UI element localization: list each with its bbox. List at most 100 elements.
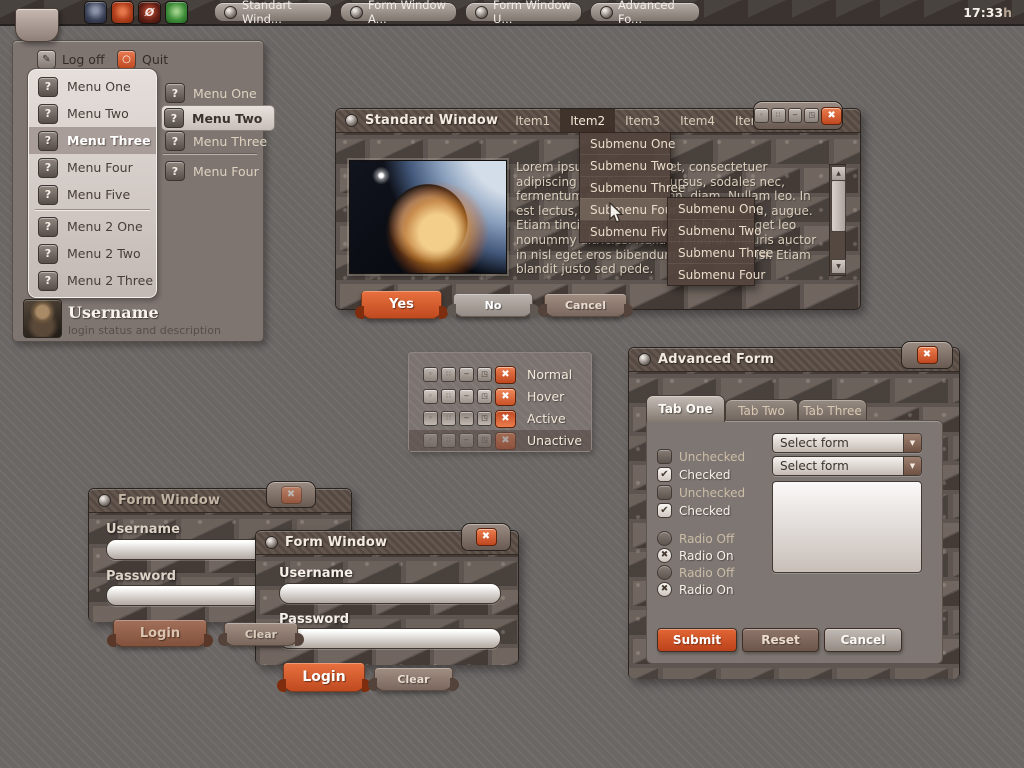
username-input[interactable]: [279, 583, 501, 604]
reset-button[interactable]: Reset: [742, 628, 819, 652]
scrollbar-thumb[interactable]: [831, 180, 846, 232]
swirl-glyph: Ø: [145, 6, 154, 19]
menu-item-label: Menu 2 Three: [67, 273, 153, 288]
minimize-icon[interactable]: −: [459, 389, 474, 404]
close-icon[interactable]: ✖: [495, 366, 516, 384]
clear-button[interactable]: Clear: [224, 623, 298, 646]
radio-off-icon: [657, 531, 672, 546]
maximize-icon[interactable]: ◳: [477, 367, 492, 382]
password-input[interactable]: [279, 628, 501, 649]
taskbar-window-form-a[interactable]: Form Window A...: [340, 2, 457, 22]
menu-item-four[interactable]: ?Menu Four: [29, 154, 156, 181]
sub2-one[interactable]: Submenu One: [668, 198, 754, 219]
sticky-icon[interactable]: ∷: [441, 389, 456, 404]
select-arrow-icon[interactable]: ▼: [903, 457, 921, 475]
tab-one-active[interactable]: Tab One: [646, 395, 725, 422]
scroll-up-icon[interactable]: ▲: [831, 166, 846, 181]
menu-item-2-one[interactable]: ?Menu 2 One: [29, 213, 156, 240]
sticky-icon[interactable]: ∷: [441, 411, 456, 426]
side-menu-one[interactable]: ?Menu One: [165, 83, 257, 103]
menu-item-three-selected[interactable]: ?Menu Three: [29, 127, 156, 154]
sub2-two[interactable]: Submenu Two: [668, 219, 754, 241]
menu-item-2-three[interactable]: ?Menu 2 Three: [29, 267, 156, 294]
menubar-item1[interactable]: Item1: [505, 109, 560, 132]
avatar-launcher-icon[interactable]: [84, 1, 107, 24]
menu-box: ?Menu One ?Menu Two ?Menu Three ?Menu Fo…: [28, 69, 157, 298]
checkbox-unchecked-2[interactable]: Unchecked: [657, 485, 745, 500]
taskbar-window-label: Form Window A...: [368, 0, 447, 26]
radio-off-2[interactable]: Radio Off: [657, 565, 734, 580]
shade-icon[interactable]: ◦: [423, 367, 438, 382]
select-dropdown-2[interactable]: Select form ▼: [772, 456, 922, 476]
maximize-icon[interactable]: ◳: [804, 108, 819, 123]
tab-three[interactable]: Tab Three: [798, 399, 867, 422]
minimize-icon[interactable]: −: [788, 108, 803, 123]
checkbox-checked-1[interactable]: ✔ Checked: [657, 467, 731, 482]
no-button[interactable]: No: [453, 294, 533, 317]
scroll-down-icon[interactable]: ▼: [831, 259, 846, 274]
shade-icon[interactable]: ◦: [423, 389, 438, 404]
close-icon[interactable]: ✖: [821, 107, 842, 125]
checkbox-unchecked-1[interactable]: Unchecked: [657, 449, 745, 464]
username-text: Username: [68, 303, 159, 322]
desktop-panel-handle[interactable]: [15, 8, 59, 42]
checkbox-checked-2[interactable]: ✔ Checked: [657, 503, 731, 518]
menu-item-two[interactable]: ?Menu Two: [29, 100, 156, 127]
submenu-two[interactable]: Submenu Two: [580, 154, 670, 176]
menubar-item2-open[interactable]: Item2: [560, 109, 615, 132]
window-orb-icon: [98, 494, 111, 507]
logoff-button[interactable]: ✎ Log off: [37, 50, 105, 69]
cancel-button[interactable]: Cancel: [544, 294, 627, 317]
maximize-icon[interactable]: ◳: [477, 411, 492, 426]
sub2-three[interactable]: Submenu Three: [668, 241, 754, 263]
tab-two[interactable]: Tab Two: [725, 399, 798, 422]
swirl-launcher-icon[interactable]: Ø: [138, 1, 161, 24]
close-icon[interactable]: ✖: [495, 410, 516, 428]
radio-off-1[interactable]: Radio Off: [657, 531, 734, 546]
shade-icon[interactable]: ◦: [423, 411, 438, 426]
close-icon[interactable]: ✖: [917, 346, 938, 364]
taskbar-window-advanced[interactable]: Advanced Fo...: [590, 2, 700, 22]
creature-launcher-icon[interactable]: [165, 1, 188, 24]
select-arrow-icon[interactable]: ▼: [903, 434, 921, 452]
login-button[interactable]: Login: [283, 663, 365, 692]
state-label: Unactive: [527, 433, 582, 448]
radio-on-2[interactable]: ✖ Radio On: [657, 582, 734, 597]
menu-item-2-two[interactable]: ?Menu 2 Two: [29, 240, 156, 267]
minimize-icon[interactable]: −: [459, 411, 474, 426]
flame-launcher-icon[interactable]: [111, 1, 134, 24]
scrollbar[interactable]: ▲ ▼: [829, 164, 846, 276]
menu-item-five[interactable]: ?Menu Five: [29, 181, 156, 208]
clear-button[interactable]: Clear: [374, 668, 453, 691]
submenu-five[interactable]: Submenu Five: [580, 220, 670, 242]
close-icon[interactable]: ✖: [495, 388, 516, 406]
shade-icon[interactable]: ◦: [754, 108, 769, 123]
side-menu-four[interactable]: ?Menu Four: [165, 161, 259, 181]
menu-item-one[interactable]: ?Menu One: [29, 73, 156, 100]
state-row-hover: ◦ ∷ − ◳ ✖ Hover: [409, 386, 591, 407]
submenu-one[interactable]: Submenu One: [580, 133, 670, 154]
minimize-icon[interactable]: −: [459, 367, 474, 382]
close-icon[interactable]: ✖: [476, 528, 497, 546]
side-menu-two-hover[interactable]: ?Menu Two: [161, 105, 275, 131]
submenu-three[interactable]: Submenu Three: [580, 176, 670, 198]
taskbar-window-standard[interactable]: Standart Wind...: [214, 2, 332, 22]
side-menu-three[interactable]: ?Menu Three: [165, 131, 267, 151]
login-button[interactable]: Login: [113, 620, 207, 647]
yes-button[interactable]: Yes: [361, 291, 442, 319]
menubar-item4[interactable]: Item4: [670, 109, 725, 132]
select-dropdown-1[interactable]: Select form ▼: [772, 433, 922, 453]
sub2-four[interactable]: Submenu Four: [668, 263, 754, 285]
menubar-item3[interactable]: Item3: [615, 109, 670, 132]
textarea-field[interactable]: [772, 481, 922, 573]
close-icon[interactable]: ✖: [281, 486, 302, 504]
quit-button[interactable]: ○ Quit: [117, 50, 168, 69]
radio-on-1[interactable]: ✖ Radio On: [657, 548, 734, 563]
taskbar-window-form-u[interactable]: Form Window U...: [465, 2, 582, 22]
cancel-button[interactable]: Cancel: [824, 628, 902, 652]
submenu-four-hover[interactable]: Submenu Four›: [580, 198, 670, 220]
maximize-icon[interactable]: ◳: [477, 389, 492, 404]
sticky-icon[interactable]: ∷: [441, 367, 456, 382]
submit-button[interactable]: Submit: [657, 628, 737, 652]
sticky-icon[interactable]: ∷: [771, 108, 786, 123]
